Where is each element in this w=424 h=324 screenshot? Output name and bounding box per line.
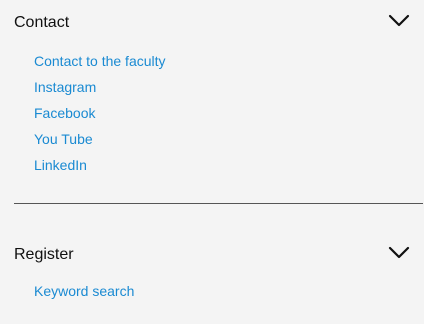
contact-section-header[interactable]: Contact	[14, 8, 410, 38]
register-section-header[interactable]: Register	[14, 240, 410, 270]
chevron-down-icon[interactable]	[388, 246, 410, 260]
link-keyword-search[interactable]: Keyword search	[34, 283, 134, 299]
list-item: Contact to the faculty	[34, 51, 166, 77]
list-item: Keyword search	[34, 281, 134, 307]
section-divider	[14, 203, 423, 204]
link-youtube[interactable]: You Tube	[34, 131, 93, 147]
list-item: LinkedIn	[34, 155, 166, 181]
list-item: You Tube	[34, 129, 166, 155]
list-item: Facebook	[34, 103, 166, 129]
link-linkedin[interactable]: LinkedIn	[34, 157, 87, 173]
register-section-title: Register	[14, 246, 74, 263]
chevron-down-icon[interactable]	[388, 14, 410, 28]
link-contact-faculty[interactable]: Contact to the faculty	[34, 53, 166, 69]
contact-section-title: Contact	[14, 14, 70, 31]
register-links-list: Keyword search	[34, 281, 134, 307]
link-facebook[interactable]: Facebook	[34, 105, 95, 121]
contact-links-list: Contact to the faculty Instagram Faceboo…	[34, 51, 166, 181]
link-instagram[interactable]: Instagram	[34, 79, 96, 95]
list-item: Instagram	[34, 77, 166, 103]
